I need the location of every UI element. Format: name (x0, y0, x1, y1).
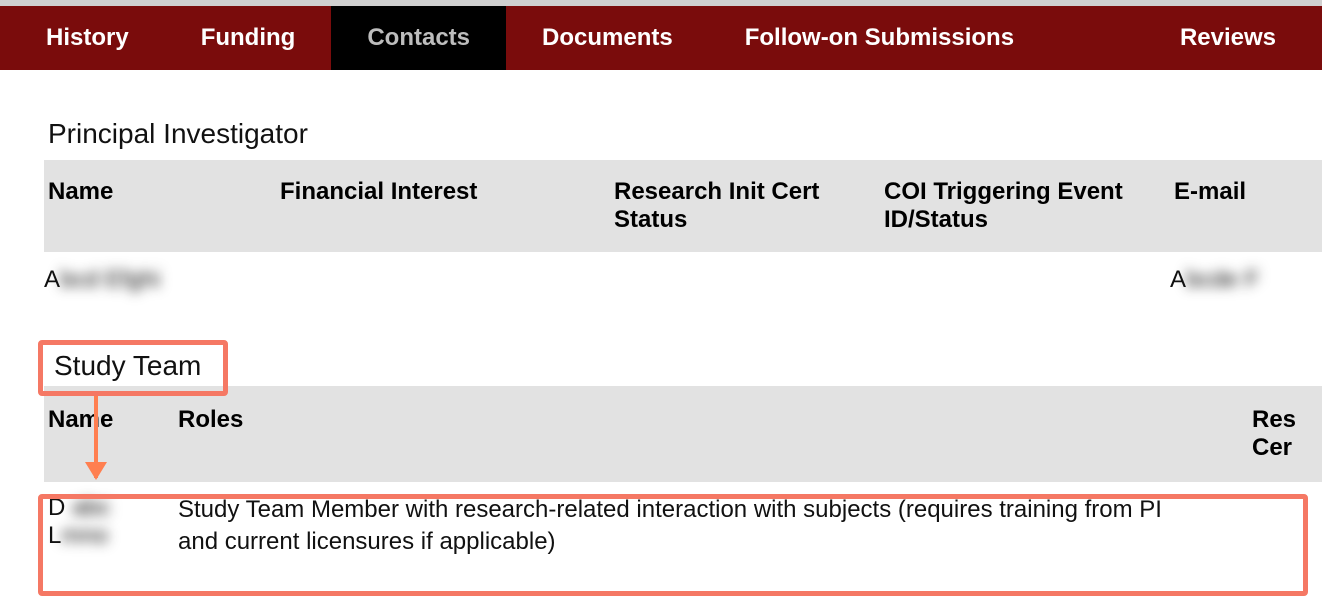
study-team-title: Study Team (48, 348, 207, 384)
tab-contacts[interactable]: Contacts (331, 6, 506, 70)
tab-funding[interactable]: Funding (165, 6, 332, 70)
pi-header-cert-status: Research Init Cert Status (614, 178, 884, 234)
study-team-row: D abc Lmno Study Team Member with resear… (44, 482, 1322, 571)
pi-row-cert-status (610, 266, 880, 294)
tab-follow-on-submissions[interactable]: Follow-on Submissions (709, 6, 1050, 70)
tab-history[interactable]: History (10, 6, 165, 70)
pi-row-name: Abcd Efghi (44, 266, 276, 294)
study-team-header: Name Roles Res Cer (44, 386, 1322, 482)
pi-section-title: Principal Investigator (48, 118, 1322, 150)
main-tabs: History Funding Contacts Documents Follo… (0, 6, 1322, 70)
study-team-section: Study Team Name Roles Res Cer D abc Lmno… (44, 348, 1322, 571)
st-header-name: Name (48, 406, 178, 462)
page-content: Principal Investigator Name Financial In… (0, 70, 1322, 571)
tab-documents[interactable]: Documents (506, 6, 709, 70)
pi-table-header: Name Financial Interest Research Init Ce… (44, 160, 1322, 252)
pi-row-email: Abcde F (1170, 266, 1322, 294)
st-header-roles: Roles (178, 406, 1252, 462)
pi-table-row: Abcd Efghi Abcde F (44, 252, 1322, 308)
pi-row-financial-interest (276, 266, 610, 294)
pi-row-coi (880, 266, 1170, 294)
tab-reviews[interactable]: Reviews (1144, 6, 1312, 70)
pi-header-financial-interest: Financial Interest (280, 178, 614, 234)
st-row-name: D abc Lmno (48, 494, 178, 559)
annotation-arrow (94, 394, 98, 478)
pi-header-email: E-mail (1174, 178, 1322, 234)
pi-header-name: Name (48, 178, 280, 234)
pi-header-coi: COI Triggering Event ID/Status (884, 178, 1174, 234)
pi-section: Principal Investigator Name Financial In… (44, 118, 1322, 308)
st-row-roles: Study Team Member with research-related … (178, 494, 1198, 559)
st-header-rest: Res Cer (1252, 406, 1322, 462)
